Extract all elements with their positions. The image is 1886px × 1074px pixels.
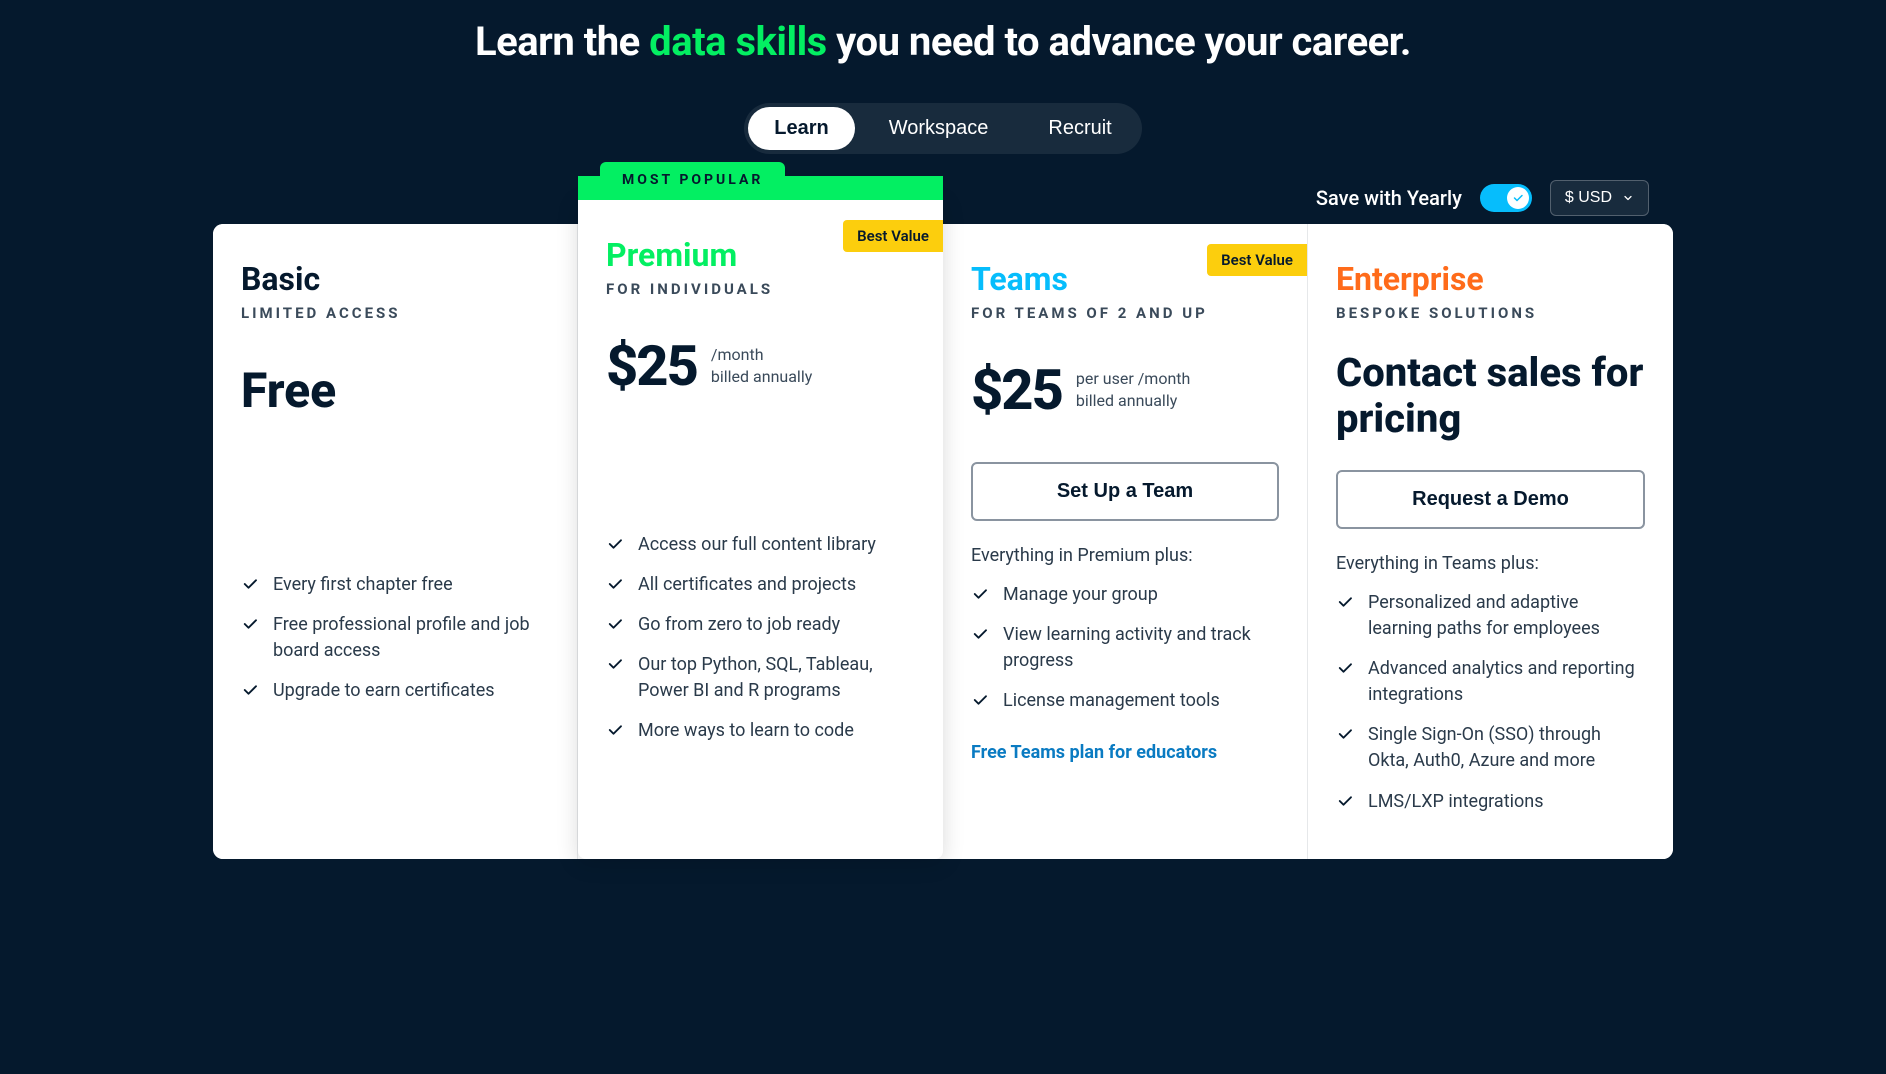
feature-list-teams: Manage your group View learning activity… xyxy=(971,582,1279,714)
feature-text: Every first chapter free xyxy=(273,572,453,598)
yearly-toggle-label: Save with Yearly xyxy=(1316,186,1462,210)
check-icon xyxy=(241,615,259,637)
tab-recruit[interactable]: Recruit xyxy=(1022,107,1137,150)
price-meta-line: per user /month xyxy=(1076,368,1190,390)
price-meta-line: /month xyxy=(711,344,812,366)
plan-name-enterprise: Enterprise xyxy=(1336,260,1645,298)
check-icon xyxy=(1336,725,1354,747)
headline-post: you need to advance your career. xyxy=(827,18,1411,65)
plan-price-enterprise: Contact sales for pricing xyxy=(1336,350,1645,442)
plan-sub-basic: LIMITED ACCESS xyxy=(241,304,549,322)
feature-text: LMS/LXP integrations xyxy=(1368,789,1543,815)
plan-name-basic: Basic xyxy=(241,260,549,298)
popular-tab: MOST POPULAR xyxy=(600,162,785,192)
headline-accent: data skills xyxy=(649,18,827,65)
feature-text: Free professional profile and job board … xyxy=(273,612,549,664)
check-icon xyxy=(606,615,624,637)
check-icon xyxy=(606,655,624,677)
product-tabs: Learn Workspace Recruit xyxy=(744,103,1142,154)
feature-list-enterprise: Personalized and adaptive learning paths… xyxy=(1336,590,1645,815)
price-meta-line: billed annually xyxy=(711,366,812,388)
check-icon xyxy=(241,681,259,703)
price-meta-line: billed annually xyxy=(1076,390,1190,412)
feature-item: LMS/LXP integrations xyxy=(1336,789,1645,815)
tab-learn[interactable]: Learn xyxy=(748,107,854,150)
check-icon xyxy=(971,585,989,607)
plan-sub-enterprise: BESPOKE SOLUTIONS xyxy=(1336,304,1645,322)
feature-text: Upgrade to earn certificates xyxy=(273,678,495,704)
feature-item: Free professional profile and job board … xyxy=(241,612,549,664)
feature-text: Access our full content library xyxy=(638,532,876,558)
feature-text: Manage your group xyxy=(1003,582,1158,608)
best-value-badge: Best Value xyxy=(843,220,943,252)
feature-item: Personalized and adaptive learning paths… xyxy=(1336,590,1645,642)
headline-pre: Learn the xyxy=(475,18,649,65)
feature-item: More ways to learn to code xyxy=(606,718,915,744)
feature-list-basic: Every first chapter free Free profession… xyxy=(241,572,549,704)
check-icon xyxy=(1336,659,1354,681)
check-icon xyxy=(606,575,624,597)
plan-enterprise: Enterprise BESPOKE SOLUTIONS Contact sal… xyxy=(1308,224,1673,859)
currency-label: $ USD xyxy=(1565,189,1612,207)
feature-item: License management tools xyxy=(971,688,1279,714)
feature-item: Every first chapter free xyxy=(241,572,549,598)
feature-text: License management tools xyxy=(1003,688,1220,714)
check-icon xyxy=(971,625,989,647)
request-demo-button[interactable]: Request a Demo xyxy=(1336,470,1645,529)
lead-line-enterprise: Everything in Teams plus: xyxy=(1336,553,1645,574)
feature-item: Advanced analytics and reporting integra… xyxy=(1336,656,1645,708)
plan-sub-premium: FOR INDIVIDUALS xyxy=(606,280,915,298)
check-icon xyxy=(606,535,624,557)
toggle-knob xyxy=(1507,187,1529,209)
feature-text: Single Sign-On (SSO) through Okta, Auth0… xyxy=(1368,722,1645,774)
tab-workspace[interactable]: Workspace xyxy=(863,107,1015,150)
check-icon xyxy=(1336,593,1354,615)
check-icon xyxy=(971,691,989,713)
feature-list-premium: Access our full content library All cert… xyxy=(606,532,915,745)
feature-text: More ways to learn to code xyxy=(638,718,854,744)
check-icon xyxy=(1336,792,1354,814)
feature-text: Advanced analytics and reporting integra… xyxy=(1368,656,1645,708)
feature-text: Our top Python, SQL, Tableau, Power BI a… xyxy=(638,652,915,704)
setup-team-button[interactable]: Set Up a Team xyxy=(971,462,1279,521)
plan-price-meta-premium: /month billed annually xyxy=(711,344,812,389)
plan-price-premium: $25 xyxy=(606,333,697,399)
feature-item: View learning activity and track progres… xyxy=(971,622,1279,674)
currency-select[interactable]: $ USD xyxy=(1550,180,1649,216)
page-headline: Learn the data skills you need to advanc… xyxy=(213,0,1673,65)
feature-item: Manage your group xyxy=(971,582,1279,608)
check-icon xyxy=(241,575,259,597)
plan-price-meta-teams: per user /month billed annually xyxy=(1076,368,1190,413)
feature-item: Our top Python, SQL, Tableau, Power BI a… xyxy=(606,652,915,704)
plan-sub-teams: FOR TEAMS OF 2 AND UP xyxy=(971,304,1279,322)
feature-item: All certificates and projects xyxy=(606,572,915,598)
check-icon xyxy=(606,721,624,743)
feature-text: View learning activity and track progres… xyxy=(1003,622,1279,674)
plan-price-basic: Free xyxy=(241,362,336,419)
plan-teams: Best Value Teams FOR TEAMS OF 2 AND UP $… xyxy=(943,224,1308,859)
lead-line-teams: Everything in Premium plus: xyxy=(971,545,1279,566)
feature-text: Go from zero to job ready xyxy=(638,612,840,638)
feature-item: Single Sign-On (SSO) through Okta, Auth0… xyxy=(1336,722,1645,774)
plan-premium: MOST POPULAR Best Value Premium FOR INDI… xyxy=(578,200,943,859)
pricing-grid: Basic LIMITED ACCESS Free Every first ch… xyxy=(213,224,1673,859)
yearly-toggle[interactable] xyxy=(1480,184,1532,212)
plan-basic: Basic LIMITED ACCESS Free Every first ch… xyxy=(213,224,578,859)
feature-item: Go from zero to job ready xyxy=(606,612,915,638)
feature-item: Upgrade to earn certificates xyxy=(241,678,549,704)
educators-link[interactable]: Free Teams plan for educators xyxy=(971,742,1217,763)
check-icon xyxy=(1512,192,1524,204)
feature-text: All certificates and projects xyxy=(638,572,856,598)
feature-text: Personalized and adaptive learning paths… xyxy=(1368,590,1645,642)
chevron-down-icon xyxy=(1622,192,1634,204)
best-value-badge: Best Value xyxy=(1207,244,1307,276)
feature-item: Access our full content library xyxy=(606,532,915,558)
plan-price-teams: $25 xyxy=(971,357,1062,423)
